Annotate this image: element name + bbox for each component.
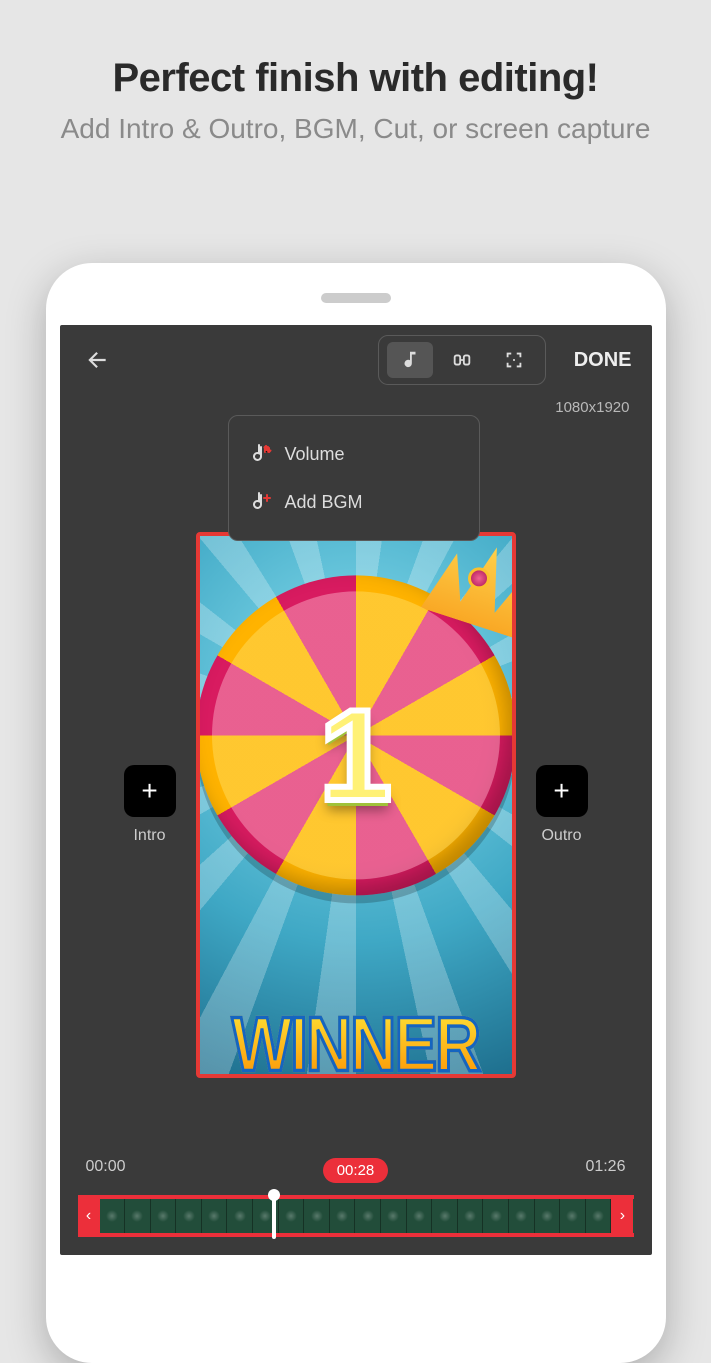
timeline-frame	[125, 1199, 151, 1233]
timeline-frame	[279, 1199, 305, 1233]
timeline-frame	[432, 1199, 458, 1233]
timeline-frame	[202, 1199, 228, 1233]
timeline-frame	[381, 1199, 407, 1233]
timeline-frame	[535, 1199, 561, 1233]
crop-tool-button[interactable]	[439, 342, 485, 378]
plus-icon: +	[553, 775, 569, 807]
timeline[interactable]: ‹ ›	[78, 1195, 634, 1237]
promo-title: Perfect finish with editing!	[30, 56, 681, 101]
chevron-right-icon: ›	[620, 1207, 625, 1225]
volume-menu-item[interactable]: Volume	[229, 430, 479, 478]
add-intro-button[interactable]: +	[124, 765, 176, 817]
timeline-frame	[330, 1199, 356, 1233]
timeline-next-button[interactable]: ›	[611, 1199, 633, 1233]
phone-frame: DONE 1080x1920 Volume Add BGM +	[46, 263, 666, 1363]
music-tool-button[interactable]	[387, 342, 433, 378]
timeline-playhead[interactable]	[272, 1193, 276, 1239]
outro-label: Outro	[541, 827, 581, 845]
timeline-frame	[407, 1199, 433, 1233]
plus-icon: +	[141, 775, 157, 807]
timeline-frame	[458, 1199, 484, 1233]
editor-screen: DONE 1080x1920 Volume Add BGM +	[60, 325, 652, 1255]
add-bgm-menu-label: Add BGM	[285, 492, 363, 513]
intro-label: Intro	[133, 827, 165, 845]
timeline-frame	[560, 1199, 586, 1233]
timeline-frame	[586, 1199, 612, 1233]
music-dropdown: Volume Add BGM	[228, 415, 480, 541]
back-button[interactable]	[80, 343, 114, 377]
capture-tool-button[interactable]	[491, 342, 537, 378]
video-preview[interactable]: 1 WINNER	[196, 532, 516, 1078]
add-bgm-menu-item[interactable]: Add BGM	[229, 478, 479, 526]
preview-gem	[468, 568, 490, 590]
start-time: 00:00	[86, 1158, 126, 1183]
add-bgm-icon	[249, 490, 273, 514]
current-time-badge: 00:28	[323, 1158, 389, 1183]
back-arrow-icon	[84, 347, 110, 373]
timeline-frame	[355, 1199, 381, 1233]
preview-banner-text: WINNER	[200, 1000, 512, 1078]
crop-icon	[451, 349, 473, 371]
timeline-frame	[483, 1199, 509, 1233]
preview-number: 1	[319, 680, 391, 830]
chevron-left-icon: ‹	[86, 1207, 91, 1225]
music-note-icon	[399, 349, 421, 371]
timeline-frame	[304, 1199, 330, 1233]
toolbar-pills	[378, 335, 546, 385]
phone-speaker	[321, 293, 391, 303]
volume-menu-label: Volume	[285, 444, 345, 465]
timeline-frame	[227, 1199, 253, 1233]
timeline-frame	[509, 1199, 535, 1233]
timeline-frame	[176, 1199, 202, 1233]
timeline-frame	[100, 1199, 126, 1233]
volume-icon	[249, 442, 273, 466]
end-time: 01:26	[585, 1158, 625, 1183]
timeline-frame	[151, 1199, 177, 1233]
done-button[interactable]: DONE	[574, 349, 632, 372]
promo-subtitle: Add Intro & Outro, BGM, Cut, or screen c…	[30, 111, 681, 147]
timeline-prev-button[interactable]: ‹	[78, 1199, 100, 1233]
focus-icon	[503, 349, 525, 371]
add-outro-button[interactable]: +	[536, 765, 588, 817]
